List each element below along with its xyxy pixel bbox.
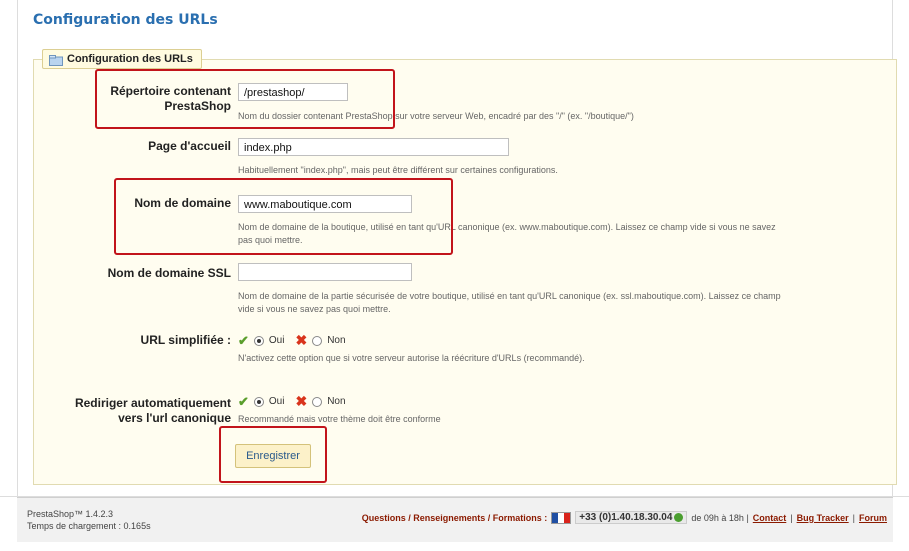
canonical-redirect-options: ✔ Oui ✖ Non: [238, 393, 346, 410]
bug-tracker-link[interactable]: Bug Tracker: [797, 513, 849, 523]
forum-link[interactable]: Forum: [859, 513, 887, 523]
highlight-box-save: [219, 426, 327, 483]
canonical-redirect-yes-label[interactable]: Oui: [269, 396, 285, 407]
friendly-url-no-label[interactable]: Non: [327, 335, 345, 346]
highlight-box-base-dir: [95, 69, 395, 129]
friendly-url-yes-label[interactable]: Oui: [269, 335, 285, 346]
canonical-redirect-hint: Recommandé mais votre thème doit être co…: [238, 414, 441, 424]
canonical-redirect-yes-radio[interactable]: [253, 396, 264, 407]
domain-ssl-hint-line1: Nom de domaine de la partie sécurisée de…: [238, 291, 781, 301]
phone-badge: +33 (0)1.40.18.30.04: [575, 511, 688, 524]
home-page-input[interactable]: index.php: [238, 138, 509, 156]
footer: PrestaShop™ 1.4.2.3 Temps de chargement …: [17, 497, 893, 542]
canonical-redirect-label-line2: vers l'url canonique: [118, 411, 231, 425]
friendly-url-options: ✔ Oui ✖ Non: [238, 332, 346, 349]
cross-icon: ✖: [295, 393, 308, 409]
friendly-url-hint: N'activez cette option que si votre serv…: [238, 353, 585, 363]
highlight-box-domain: [114, 178, 453, 255]
version-text: PrestaShop™ 1.4.2.3: [27, 509, 114, 519]
online-dot-icon: [674, 513, 684, 522]
footer-separator-2: |: [852, 512, 855, 523]
questions-text: Questions / Renseignements / Formations …: [361, 512, 548, 523]
domain-ssl-label: Nom de domaine SSL: [107, 266, 231, 280]
canonical-redirect-label: Rediriger automatiquement vers l'url can…: [75, 396, 231, 426]
checkmark-icon: ✔: [238, 332, 249, 348]
folder-icon: [49, 54, 63, 66]
canonical-redirect-label-line1: Rediriger automatiquement: [74, 396, 231, 410]
footer-support: Questions / Renseignements / Formations …: [362, 511, 887, 524]
cross-icon: ✖: [295, 332, 308, 348]
canonical-redirect-no-radio[interactable]: [312, 396, 323, 407]
hours-text: de 09h à 18h |: [691, 512, 749, 523]
friendly-url-label: URL simplifiée :: [140, 333, 231, 347]
contact-link[interactable]: Contact: [753, 513, 787, 523]
domain-ssl-hint-line2: vide si vous ne savez pas quoi mettre.: [238, 304, 391, 314]
footer-info: PrestaShop™ 1.4.2.3 Temps de chargement …: [27, 508, 151, 532]
home-page-label: Page d'accueil: [148, 139, 231, 153]
friendly-url-yes-radio[interactable]: [253, 335, 264, 346]
checkmark-icon: ✔: [238, 393, 249, 409]
domain-ssl-input[interactable]: [238, 263, 412, 281]
page-title: Configuration des URLs: [33, 12, 218, 28]
load-time-text: Temps de chargement : 0.165s: [27, 521, 151, 531]
phone-number: +33 (0)1.40.18.30.04: [579, 512, 673, 523]
fieldset-legend: Configuration des URLs: [42, 49, 202, 69]
france-flag-icon[interactable]: [551, 511, 572, 524]
footer-separator-1: |: [790, 512, 793, 523]
left-page-border: [17, 0, 18, 497]
fieldset-legend-label: Configuration des URLs: [67, 53, 193, 65]
canonical-redirect-no-label[interactable]: Non: [327, 396, 345, 407]
friendly-url-no-radio[interactable]: [312, 335, 323, 346]
domain-ssl-hint: Nom de domaine de la partie sécurisée de…: [238, 290, 781, 316]
home-page-hint: Habituellement "index.php", mais peut êt…: [238, 165, 558, 175]
